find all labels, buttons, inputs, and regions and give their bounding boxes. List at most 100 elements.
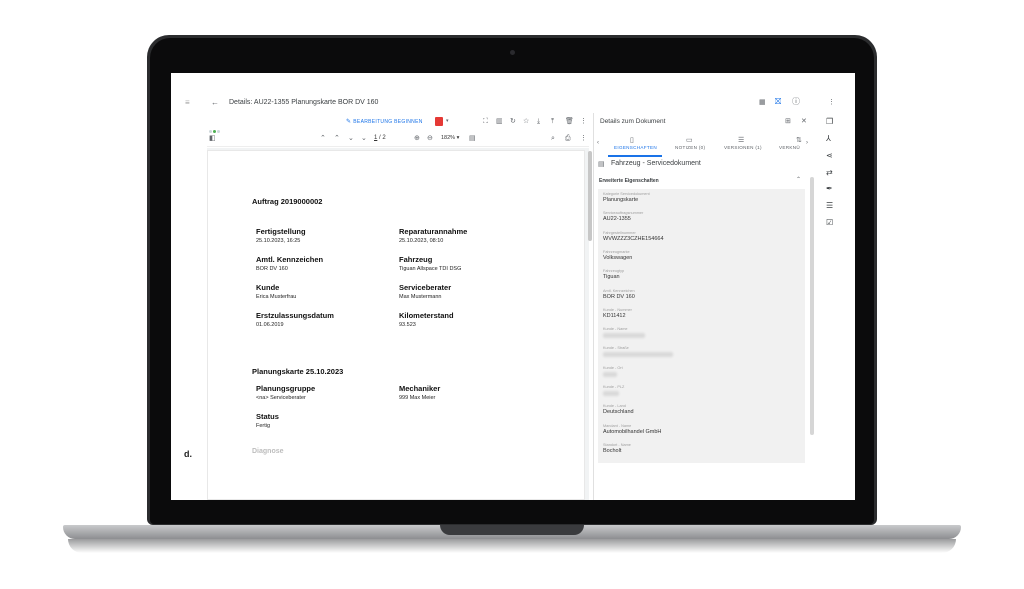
edit-button[interactable]: ✎ BEARBEITUNG BEGINNEN [346, 118, 423, 125]
camera [510, 50, 515, 55]
star-icon[interactable]: ☆ [523, 118, 529, 125]
progress-indicator [209, 120, 225, 133]
close-icon[interactable]: ✕ [801, 118, 807, 125]
document-heading: Planungskarte 25.10.2023 [252, 367, 344, 376]
document-icon: ▤ [598, 161, 605, 168]
columns-icon[interactable]: ▥ [496, 118, 503, 125]
link-icon: ⇅ [796, 137, 802, 144]
zoom-out-icon[interactable]: ⊖ [427, 135, 433, 142]
last-page-icon[interactable]: ⌄ [361, 135, 367, 142]
field-value: <na> Serviceberater [256, 395, 306, 401]
pdf-icon[interactable] [435, 117, 443, 126]
field-label: Mechaniker [399, 384, 441, 393]
properties-icon: ▯ [630, 137, 634, 144]
search-icon[interactable]: ⌕ [551, 135, 555, 142]
logo: d. [184, 449, 192, 459]
pdf-export-icon[interactable]: ⅄ [826, 134, 831, 143]
property-label: Kunde - Straße [603, 346, 629, 350]
print-icon[interactable]: ⎙ [565, 135, 571, 142]
upload-icon[interactable]: ⤒ [551, 118, 554, 125]
signature-icon[interactable]: ✒ [826, 184, 833, 193]
zoom-in-icon[interactable]: ⊕ [414, 135, 420, 142]
chevron-down-icon[interactable]: ▾ [446, 119, 449, 124]
first-page-icon[interactable]: ⌃ [320, 135, 326, 142]
more-vertical-icon[interactable]: ⋮ [580, 118, 587, 125]
screen: ≡ ← Details: AU22-1355 Planungskarte BOR… [171, 73, 855, 500]
field-label: Erstzulassungsdatum [256, 311, 334, 320]
field-value: Erica Musterfrau [256, 294, 297, 300]
grid-icon[interactable]: ▦ [759, 99, 766, 106]
field-label: Amtl. Kennzeichen [256, 255, 324, 264]
prev-page-icon[interactable]: ⌃ [334, 135, 340, 142]
property-label: Kunde - PLZ [603, 385, 625, 389]
view-mode-icon[interactable]: ▤ [469, 135, 476, 142]
property-value: KD11412 [603, 313, 626, 319]
fullscreen-icon[interactable]: ⛶ [483, 118, 488, 125]
next-page-icon[interactable]: ⌄ [348, 135, 354, 142]
field-value: 93.523 [399, 322, 416, 328]
property-label: Fahrzeugmarke [603, 250, 630, 254]
zoom-select[interactable]: 182% ▾ [441, 135, 459, 141]
stage: ≡ ← Details: AU22-1355 Planungskarte BOR… [0, 0, 1024, 589]
chevron-up-icon[interactable]: ⌃ [796, 177, 801, 183]
property-value: Planungskarte [603, 197, 639, 203]
tab-properties[interactable]: EIGENSCHAFTEN [614, 145, 657, 150]
sidebar-toggle-icon[interactable]: ◧ [209, 135, 216, 142]
panel-title: Details zum Dokument [600, 118, 666, 125]
property-value: Tiguan [603, 274, 620, 280]
property-value: Deutschland [603, 409, 634, 415]
open-new-icon[interactable]: ⊞ [785, 118, 791, 125]
viewer-toolbar [207, 133, 589, 147]
field-label: Reparaturannahme [399, 227, 468, 236]
notes-icon: ▭ [686, 137, 693, 144]
field-label: Kilometerstand [399, 311, 454, 320]
property-label: Kunde - Name [603, 327, 628, 331]
field-value: 25.10.2023, 08:10 [399, 238, 444, 244]
delete-icon[interactable]: 🗑 [565, 118, 574, 125]
tab-versions[interactable]: VERSIONEN (1) [724, 145, 762, 150]
document-scrollbar[interactable] [588, 151, 592, 241]
tab-notes[interactable]: NOTIZEN (0) [675, 145, 705, 150]
list-icon[interactable]: ☰ [826, 201, 833, 210]
workflow-icon[interactable]: ⇄ [826, 168, 833, 177]
field-value: Fertig [256, 423, 271, 429]
property-value: Bocholt [603, 448, 622, 454]
redacted-value [603, 391, 619, 396]
property-label: Kategorie Servicedokument [603, 192, 650, 196]
gift-icon[interactable]: ⛝ [775, 98, 781, 106]
field-label: Serviceberater [399, 283, 452, 292]
property-label: Amtl. Kennzeichen [603, 289, 635, 293]
hamburger-icon[interactable]: ≡ [185, 99, 190, 107]
chevron-left-icon[interactable]: ‹ [597, 140, 599, 146]
field-value: 01.06.2019 [256, 322, 284, 328]
page-title: Details: AU22-1355 Planungskarte BOR DV … [229, 99, 379, 106]
field-value: Tiguan Allspace TDI DSG [399, 266, 462, 272]
field-label: Fertigstellung [256, 227, 306, 236]
tab-links[interactable]: VERKNÜ [779, 145, 800, 150]
field-label: Planungsgruppe [256, 384, 316, 393]
download-icon[interactable]: ⤓ [537, 118, 540, 125]
field-value: BOR DV 160 [256, 266, 288, 272]
arrow-left-icon[interactable]: ← [211, 99, 219, 107]
redacted-value [603, 333, 645, 338]
more-vertical-icon[interactable]: ⋮ [580, 135, 587, 142]
versions-icon: ☰ [738, 137, 745, 144]
refresh-icon[interactable]: ↻ [510, 118, 516, 125]
laptop-shadow [68, 539, 956, 553]
more-vertical-icon[interactable]: ⋮ [828, 99, 835, 106]
laptop-notch [440, 525, 584, 535]
property-label: Fahrgestellnummer [603, 231, 636, 235]
property-label: Standort - Name [603, 443, 631, 447]
share-icon[interactable]: ⋖ [826, 151, 833, 160]
action-rail [817, 113, 855, 500]
property-value: WVWZZZ3CZHE154664 [603, 236, 664, 242]
property-value: Automobilhandel GmbH [603, 429, 662, 435]
page-indicator[interactable]: 1 / 2 [374, 135, 386, 141]
field-label: Kunde [256, 283, 280, 292]
panel-scrollbar[interactable] [810, 177, 814, 435]
help-icon[interactable]: ⓘ [792, 98, 800, 106]
property-label: Kunde - Land [603, 404, 626, 408]
document-stack-icon[interactable]: ❐ [826, 117, 833, 126]
checklist-icon[interactable]: ☑ [826, 218, 833, 227]
chevron-right-icon[interactable]: › [806, 140, 808, 146]
